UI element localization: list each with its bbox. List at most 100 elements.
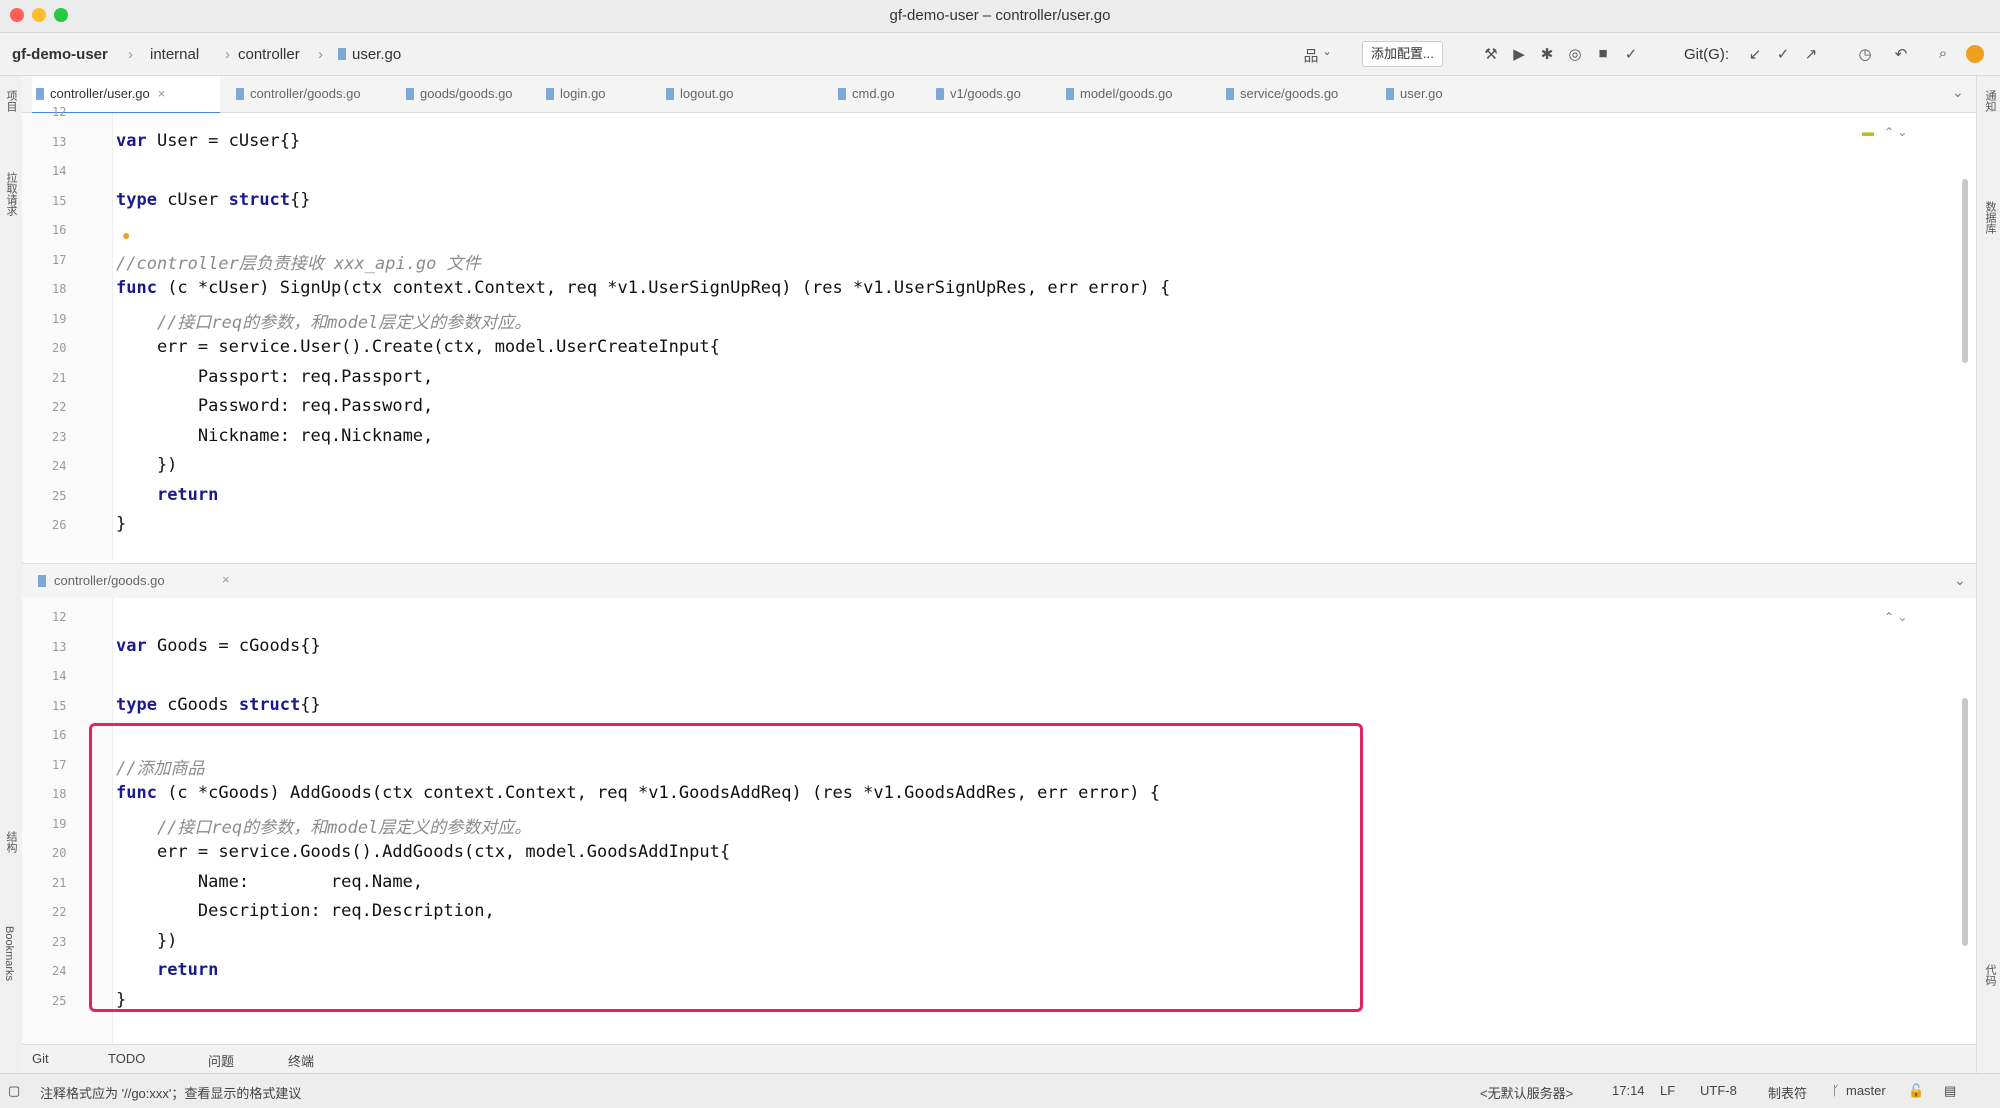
split-file-tab[interactable]: controller/goods.go (54, 573, 165, 588)
rollback-icon[interactable]: ↶ (1890, 45, 1912, 63)
code-line[interactable]: //接口req的参数，和model层定义的参数对应。 (116, 308, 531, 333)
code-line[interactable]: } (116, 514, 126, 534)
tab-controller-goods[interactable]: controller/goods.go (232, 76, 410, 112)
tab-list-chevron-icon[interactable]: ⌄ (1954, 572, 1966, 589)
inspection-nav-icon[interactable]: ⌃ ⌄ (1884, 125, 1907, 139)
inspection-nav-icon[interactable]: ⌃ ⌄ (1884, 610, 1907, 624)
code-line[interactable]: type cGoods struct{} (116, 695, 321, 715)
git-push-icon[interactable]: ↗ (1800, 45, 1822, 63)
line-number: 17 (52, 757, 67, 772)
highlight-box (89, 723, 1363, 1012)
tab-cmd[interactable]: cmd.go (834, 76, 942, 112)
line-separator[interactable]: LF (1660, 1083, 1675, 1098)
close-tab-icon[interactable]: × (158, 86, 166, 101)
window-title: gf-demo-user – controller/user.go (889, 7, 1111, 24)
code-line[interactable]: var Goods = cGoods{} (116, 636, 321, 656)
navigation-bar: gf-demo-user › internal › controller › u… (0, 33, 2000, 76)
close-tab-icon[interactable]: × (222, 572, 230, 587)
indent-setting[interactable]: 制表符 (1768, 1083, 1807, 1102)
code-line[interactable]: Nickname: req.Nickname, (116, 426, 433, 446)
run-icon[interactable]: ▶ (1508, 45, 1530, 63)
breadcrumb-internal[interactable]: internal (150, 46, 199, 63)
database-tool-tab[interactable]: 数据库 (1982, 201, 1998, 234)
line-number: 20 (52, 846, 67, 860)
history-icon[interactable]: ◷ (1854, 45, 1876, 63)
tab-label: controller/user.go (50, 86, 150, 101)
structure-tool-tab[interactable]: 结构 (3, 831, 19, 853)
status-bar: ▢ 注释格式应为 '//go:xxx'；查看显示的格式建议 <无默认服务器> 1… (0, 1073, 2000, 1108)
lock-icon[interactable]: 🔓 (1908, 1083, 1924, 1099)
editor-scrollbar[interactable] (1962, 698, 1968, 946)
terminal-tool-tab[interactable]: 终端 (288, 1051, 314, 1070)
line-number: 13 (52, 134, 67, 149)
stop-icon[interactable]: ■ (1592, 45, 1614, 62)
lightbulb-icon[interactable]: ● (122, 227, 130, 243)
tab-v1-goods[interactable]: v1/goods.go (932, 76, 1070, 112)
breadcrumb-controller[interactable]: controller (238, 46, 300, 63)
tab-service-goods[interactable]: service/goods.go (1222, 76, 1390, 112)
go-file-icon (546, 88, 554, 100)
code-line[interactable]: Passport: req.Passport, (116, 367, 433, 387)
inspection-warning-icon[interactable]: ▬ (1862, 125, 1874, 139)
notifications-icon[interactable]: ▤ (1944, 1083, 1956, 1099)
code-line[interactable]: type cUser struct{} (116, 190, 311, 210)
code-line[interactable]: err = service.User().Create(ctx, model.U… (116, 337, 720, 357)
status-layout-icon[interactable]: ▢ (8, 1083, 20, 1099)
code-tool-tab[interactable]: 代码 (1982, 964, 1998, 986)
check-icon[interactable]: ✓ (1620, 45, 1642, 63)
git-commit-icon[interactable]: ✓ (1772, 45, 1794, 63)
line-number: 25 (52, 993, 67, 1008)
file-encoding[interactable]: UTF-8 (1700, 1083, 1737, 1098)
pull-requests-tool-tab[interactable]: 拉取请求 (3, 172, 19, 216)
go-file-icon (666, 88, 674, 100)
code-line[interactable]: //controller层负责接收 xxx_api.go 文件 (116, 249, 481, 274)
tab-list-chevron-icon[interactable]: ⌄ (1952, 84, 1964, 101)
tab-label: controller/goods.go (250, 86, 361, 101)
line-number: 23 (52, 934, 67, 949)
tab-goods-goods[interactable]: goods/goods.go (402, 76, 550, 112)
tab-logout[interactable]: logout.go (662, 76, 800, 112)
right-tool-strip: 通知 数据库 代码 (1976, 76, 2000, 1076)
search-icon[interactable]: ⌕ (1932, 45, 1954, 62)
tab-label: login.go (560, 86, 606, 101)
tab-login[interactable]: login.go (542, 76, 670, 112)
status-message[interactable]: 注释格式应为 '//go:xxx'；查看显示的格式建议 (40, 1083, 301, 1102)
server-status[interactable]: <无默认服务器> (1480, 1083, 1573, 1102)
cursor-position[interactable]: 17:14 (1612, 1083, 1645, 1098)
debug-icon[interactable]: ✱ (1536, 45, 1558, 63)
code-line[interactable]: Password: req.Password, (116, 396, 433, 416)
line-number: 24 (52, 964, 67, 978)
editor-scrollbar[interactable] (1962, 179, 1968, 363)
project-tool-tab[interactable]: 项目 (3, 90, 19, 112)
go-file-icon (236, 88, 244, 100)
editor-pane-top[interactable]: ▬ ⌃ ⌄ 12 13 var User = cUser{} 14 15 type cUs… (22, 105, 1976, 561)
run-config-select[interactable]: 添加配置... (1362, 41, 1443, 67)
notifications-tool-tab[interactable]: 通知 (1982, 90, 1998, 112)
code-line[interactable]: var User = cUser{} (116, 131, 300, 151)
line-number: 12 (52, 105, 67, 119)
go-file-icon (1066, 88, 1074, 100)
git-update-icon[interactable]: ↙ (1744, 45, 1766, 63)
tab-user[interactable]: user.go (1382, 76, 1510, 112)
line-number: 12 (52, 610, 67, 624)
code-line[interactable]: }) (116, 455, 177, 475)
breadcrumb-project[interactable]: gf-demo-user (12, 46, 108, 63)
build-icon[interactable]: ⚒ (1480, 45, 1502, 63)
breadcrumb-file[interactable]: user.go (352, 46, 401, 63)
code-line[interactable]: return (116, 485, 218, 505)
git-branch[interactable]: master (1846, 1083, 1886, 1098)
bottom-tool-tabs: Git TODO 问题 终端 (22, 1044, 1976, 1073)
problems-tool-tab[interactable]: 问题 (208, 1051, 234, 1070)
git-tool-tab[interactable]: Git (32, 1051, 49, 1066)
coverage-icon[interactable]: ◎ (1564, 45, 1586, 63)
todo-tool-tab[interactable]: TODO (108, 1051, 145, 1066)
tab-model-goods[interactable]: model/goods.go (1062, 76, 1220, 112)
git-label: Git(G): (1684, 46, 1729, 63)
code-line[interactable]: func (c *cUser) SignUp(ctx context.Conte… (116, 278, 1170, 298)
bookmarks-tool-tab[interactable]: Bookmarks (3, 926, 15, 981)
title-bar: gf-demo-user – controller/user.go (0, 0, 2000, 33)
ide-update-icon[interactable] (1966, 45, 1984, 63)
line-number: 14 (52, 669, 67, 683)
line-number: 23 (52, 429, 67, 444)
line-number: 19 (52, 816, 67, 831)
